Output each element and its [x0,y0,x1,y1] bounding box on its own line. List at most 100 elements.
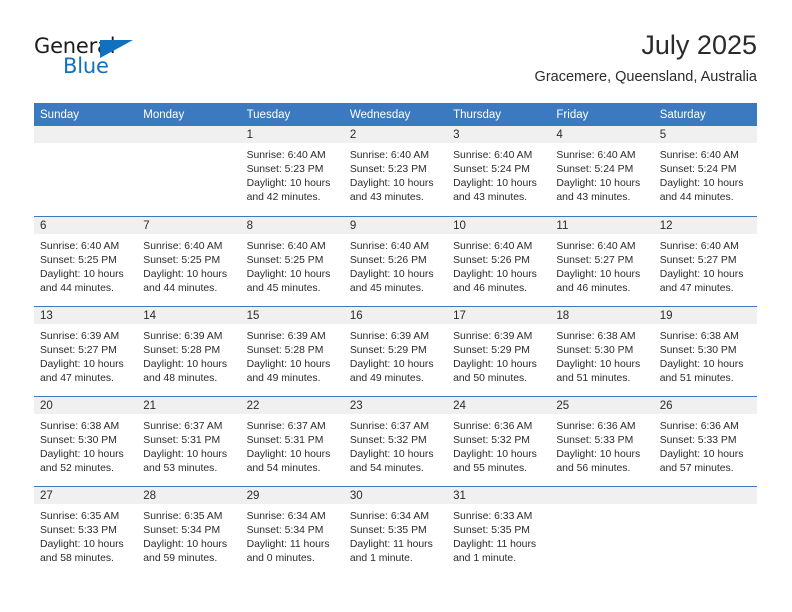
calendar-day-cell[interactable]: 9 Sunrise: 6:40 AM Sunset: 5:26 PM Daylight… [343,215,448,306]
day-details: Sunrise: 6:39 AM Sunset: 5:29 PM Daylight:… [344,324,447,386]
day-details: Sunrise: 6:40 AM Sunset: 5:23 PM Daylight:… [344,143,447,205]
calendar-day-cell[interactable]: 25 Sunrise: 6:36 AM Sunset: 5:33 PM Dayligh… [550,395,654,486]
day-details: Sunrise: 6:33 AM Sunset: 5:35 PM Daylight:… [447,504,550,566]
sunset-text: Sunset: 5:25 PM [143,254,221,266]
calendar-day-cell-empty [550,485,654,576]
day-number: 21 [137,396,241,414]
sunset-text: Sunset: 5:27 PM [659,254,737,266]
sunset-text: Sunset: 5:35 PM [349,524,427,536]
sunset-text: Sunset: 5:25 PM [246,254,324,266]
day-details: Sunrise: 6:40 AM Sunset: 5:26 PM Daylight:… [344,234,447,296]
sunset-text: Sunset: 5:26 PM [453,254,530,266]
daylight-text: Daylight: 10 hours and 43 minutes. [453,178,537,204]
sunrise-text: Sunrise: 6:40 AM [349,240,429,252]
sunrise-text: Sunrise: 6:40 AM [40,240,120,252]
daylight-text: Daylight: 10 hours and 42 minutes. [246,178,331,204]
sunrise-text: Sunrise: 6:39 AM [40,330,120,342]
sunset-text: Sunset: 5:27 PM [556,254,634,266]
calendar-day-cell[interactable]: 4 Sunrise: 6:40 AM Sunset: 5:24 PM Daylight… [550,126,654,216]
day-number: 3 [447,126,551,143]
day-details: Sunrise: 6:36 AM Sunset: 5:33 PM Daylight:… [550,414,653,476]
calendar-day-cell[interactable]: 11 Sunrise: 6:40 AM Sunset: 5:27 PM Dayligh… [550,215,654,306]
calendar-day-cell[interactable]: 10 Sunrise: 6:40 AM Sunset: 5:26 PM Dayligh… [447,215,551,306]
daylight-text: Daylight: 10 hours and 49 minutes. [349,358,434,384]
page-title: July 2025 [641,30,757,60]
sunrise-text: Sunrise: 6:36 AM [659,420,739,432]
daylight-text: Daylight: 10 hours and 53 minutes. [143,448,228,474]
sunrise-text: Sunrise: 6:35 AM [40,510,120,522]
page-subtitle: Gracemere, Queensland, Australia [534,69,757,85]
sunrise-text: Sunrise: 6:40 AM [556,240,636,252]
calendar-day-cell[interactable]: 30 Sunrise: 6:34 AM Sunset: 5:35 PM Dayligh… [343,485,448,576]
calendar-day-cell[interactable]: 28 Sunrise: 6:35 AM Sunset: 5:34 PM Dayligh… [137,485,241,576]
day-details: Sunrise: 6:40 AM Sunset: 5:24 PM Daylight:… [654,143,757,205]
day-number: 9 [343,216,448,234]
sunset-text: Sunset: 5:31 PM [246,434,324,446]
sunset-text: Sunset: 5:32 PM [453,434,530,446]
calendar-day-cell[interactable]: 2 Sunrise: 6:40 AM Sunset: 5:23 PM Daylight… [343,126,448,216]
sunset-text: Sunset: 5:24 PM [659,164,737,176]
calendar-day-cell[interactable]: 6 Sunrise: 6:40 AM Sunset: 5:25 PM Daylight… [34,215,138,306]
title-block: July 2025 Gracemere, Queensland, Austral… [535,28,757,88]
sunrise-text: Sunrise: 6:40 AM [659,150,739,161]
calendar-day-cell[interactable]: 29 Sunrise: 6:34 AM Sunset: 5:34 PM Dayligh… [240,485,344,576]
calendar-day-cell[interactable]: 19 Sunrise: 6:38 AM Sunset: 5:30 PM Dayligh… [653,305,757,396]
day-number: 8 [240,216,344,234]
day-details: Sunrise: 6:34 AM Sunset: 5:34 PM Daylight:… [241,504,344,566]
calendar-day-cell[interactable]: 26 Sunrise: 6:36 AM Sunset: 5:33 PM Dayligh… [653,395,757,486]
day-number: 15 [240,306,344,324]
calendar-day-cell[interactable]: 8 Sunrise: 6:40 AM Sunset: 5:25 PM Daylight… [240,215,344,306]
day-details: Sunrise: 6:38 AM Sunset: 5:30 PM Daylight:… [34,414,137,476]
calendar-day-cell[interactable]: 24 Sunrise: 6:36 AM Sunset: 5:32 PM Dayligh… [447,395,551,486]
sunset-text: Sunset: 5:29 PM [453,344,530,356]
logo-text-blue: Blue [63,54,109,78]
calendar-week-row: 13 Sunrise: 6:39 AM Sunset: 5:27 PM Dayligh… [34,305,757,396]
daylight-text: Daylight: 11 hours and 0 minutes. [246,538,330,564]
calendar-day-cell[interactable]: 7 Sunrise: 6:40 AM Sunset: 5:25 PM Daylight… [137,215,241,306]
sunset-text: Sunset: 5:33 PM [659,434,737,446]
day-details: Sunrise: 6:38 AM Sunset: 5:30 PM Daylight:… [550,324,653,386]
daylight-text: Daylight: 10 hours and 47 minutes. [40,358,124,384]
calendar-day-cell[interactable]: 23 Sunrise: 6:37 AM Sunset: 5:32 PM Dayligh… [343,395,448,486]
sunrise-text: Sunrise: 6:37 AM [143,420,223,432]
day-number: 25 [550,396,654,414]
calendar-day-cell[interactable]: 14 Sunrise: 6:39 AM Sunset: 5:28 PM Dayligh… [137,305,241,396]
calendar-day-cell[interactable]: 1 Sunrise: 6:40 AM Sunset: 5:23 PM Daylight… [240,126,344,216]
day-details: Sunrise: 6:40 AM Sunset: 5:27 PM Daylight:… [654,234,757,296]
day-details: Sunrise: 6:40 AM Sunset: 5:26 PM Daylight:… [447,234,550,296]
calendar-day-cell[interactable]: 21 Sunrise: 6:37 AM Sunset: 5:31 PM Dayligh… [137,395,241,486]
daylight-text: Daylight: 10 hours and 57 minutes. [659,448,744,474]
calendar-day-cell[interactable]: 15 Sunrise: 6:39 AM Sunset: 5:28 PM Dayligh… [240,305,344,396]
calendar-day-cell[interactable]: 13 Sunrise: 6:39 AM Sunset: 5:27 PM Dayligh… [34,305,138,396]
day-number: 17 [447,306,551,324]
calendar-day-cell[interactable]: 27 Sunrise: 6:35 AM Sunset: 5:33 PM Dayligh… [34,485,138,576]
weekday-header-friday: Friday [550,103,654,126]
calendar-day-cell[interactable]: 17 Sunrise: 6:39 AM Sunset: 5:29 PM Dayligh… [447,305,551,396]
day-number: 26 [653,396,757,414]
day-number: 11 [550,216,654,234]
sunrise-text: Sunrise: 6:39 AM [143,330,223,342]
calendar-day-cell[interactable]: 12 Sunrise: 6:40 AM Sunset: 5:27 PM Dayligh… [653,215,757,306]
daylight-text: Daylight: 10 hours and 48 minutes. [143,358,228,384]
daylight-text: Daylight: 10 hours and 47 minutes. [659,268,744,294]
sunrise-text: Sunrise: 6:40 AM [556,150,636,161]
day-details: Sunrise: 6:36 AM Sunset: 5:33 PM Daylight:… [654,414,757,476]
calendar-day-cell[interactable]: 31 Sunrise: 6:33 AM Sunset: 5:35 PM Dayligh… [447,485,551,576]
calendar-day-cell[interactable]: 22 Sunrise: 6:37 AM Sunset: 5:31 PM Dayligh… [240,395,344,486]
sunrise-text: Sunrise: 6:40 AM [246,150,326,161]
calendar-day-cell[interactable]: 16 Sunrise: 6:39 AM Sunset: 5:29 PM Dayligh… [343,305,448,396]
day-details: Sunrise: 6:39 AM Sunset: 5:28 PM Daylight:… [241,324,344,386]
day-details: Sunrise: 6:40 AM Sunset: 5:27 PM Daylight:… [550,234,653,296]
calendar-day-cell[interactable]: 5 Sunrise: 6:40 AM Sunset: 5:24 PM Daylight… [653,126,757,216]
calendar-day-cell[interactable]: 18 Sunrise: 6:38 AM Sunset: 5:30 PM Dayligh… [550,305,654,396]
weekday-header-thursday: Thursday [447,103,551,126]
calendar-week-row: 6 Sunrise: 6:40 AM Sunset: 5:25 PM Daylight… [34,215,757,306]
calendar-day-cell[interactable]: 20 Sunrise: 6:38 AM Sunset: 5:30 PM Dayligh… [34,395,138,486]
daylight-text: Daylight: 10 hours and 45 minutes. [349,268,434,294]
generalblue-logo[interactable]: General Blue [34,34,164,84]
weekday-header-saturday: Saturday [653,103,757,126]
sunset-text: Sunset: 5:33 PM [40,524,117,536]
daylight-text: Daylight: 10 hours and 50 minutes. [453,358,537,384]
calendar-day-cell[interactable]: 3 Sunrise: 6:40 AM Sunset: 5:24 PM Daylight… [447,126,551,216]
day-number: 20 [34,396,138,414]
